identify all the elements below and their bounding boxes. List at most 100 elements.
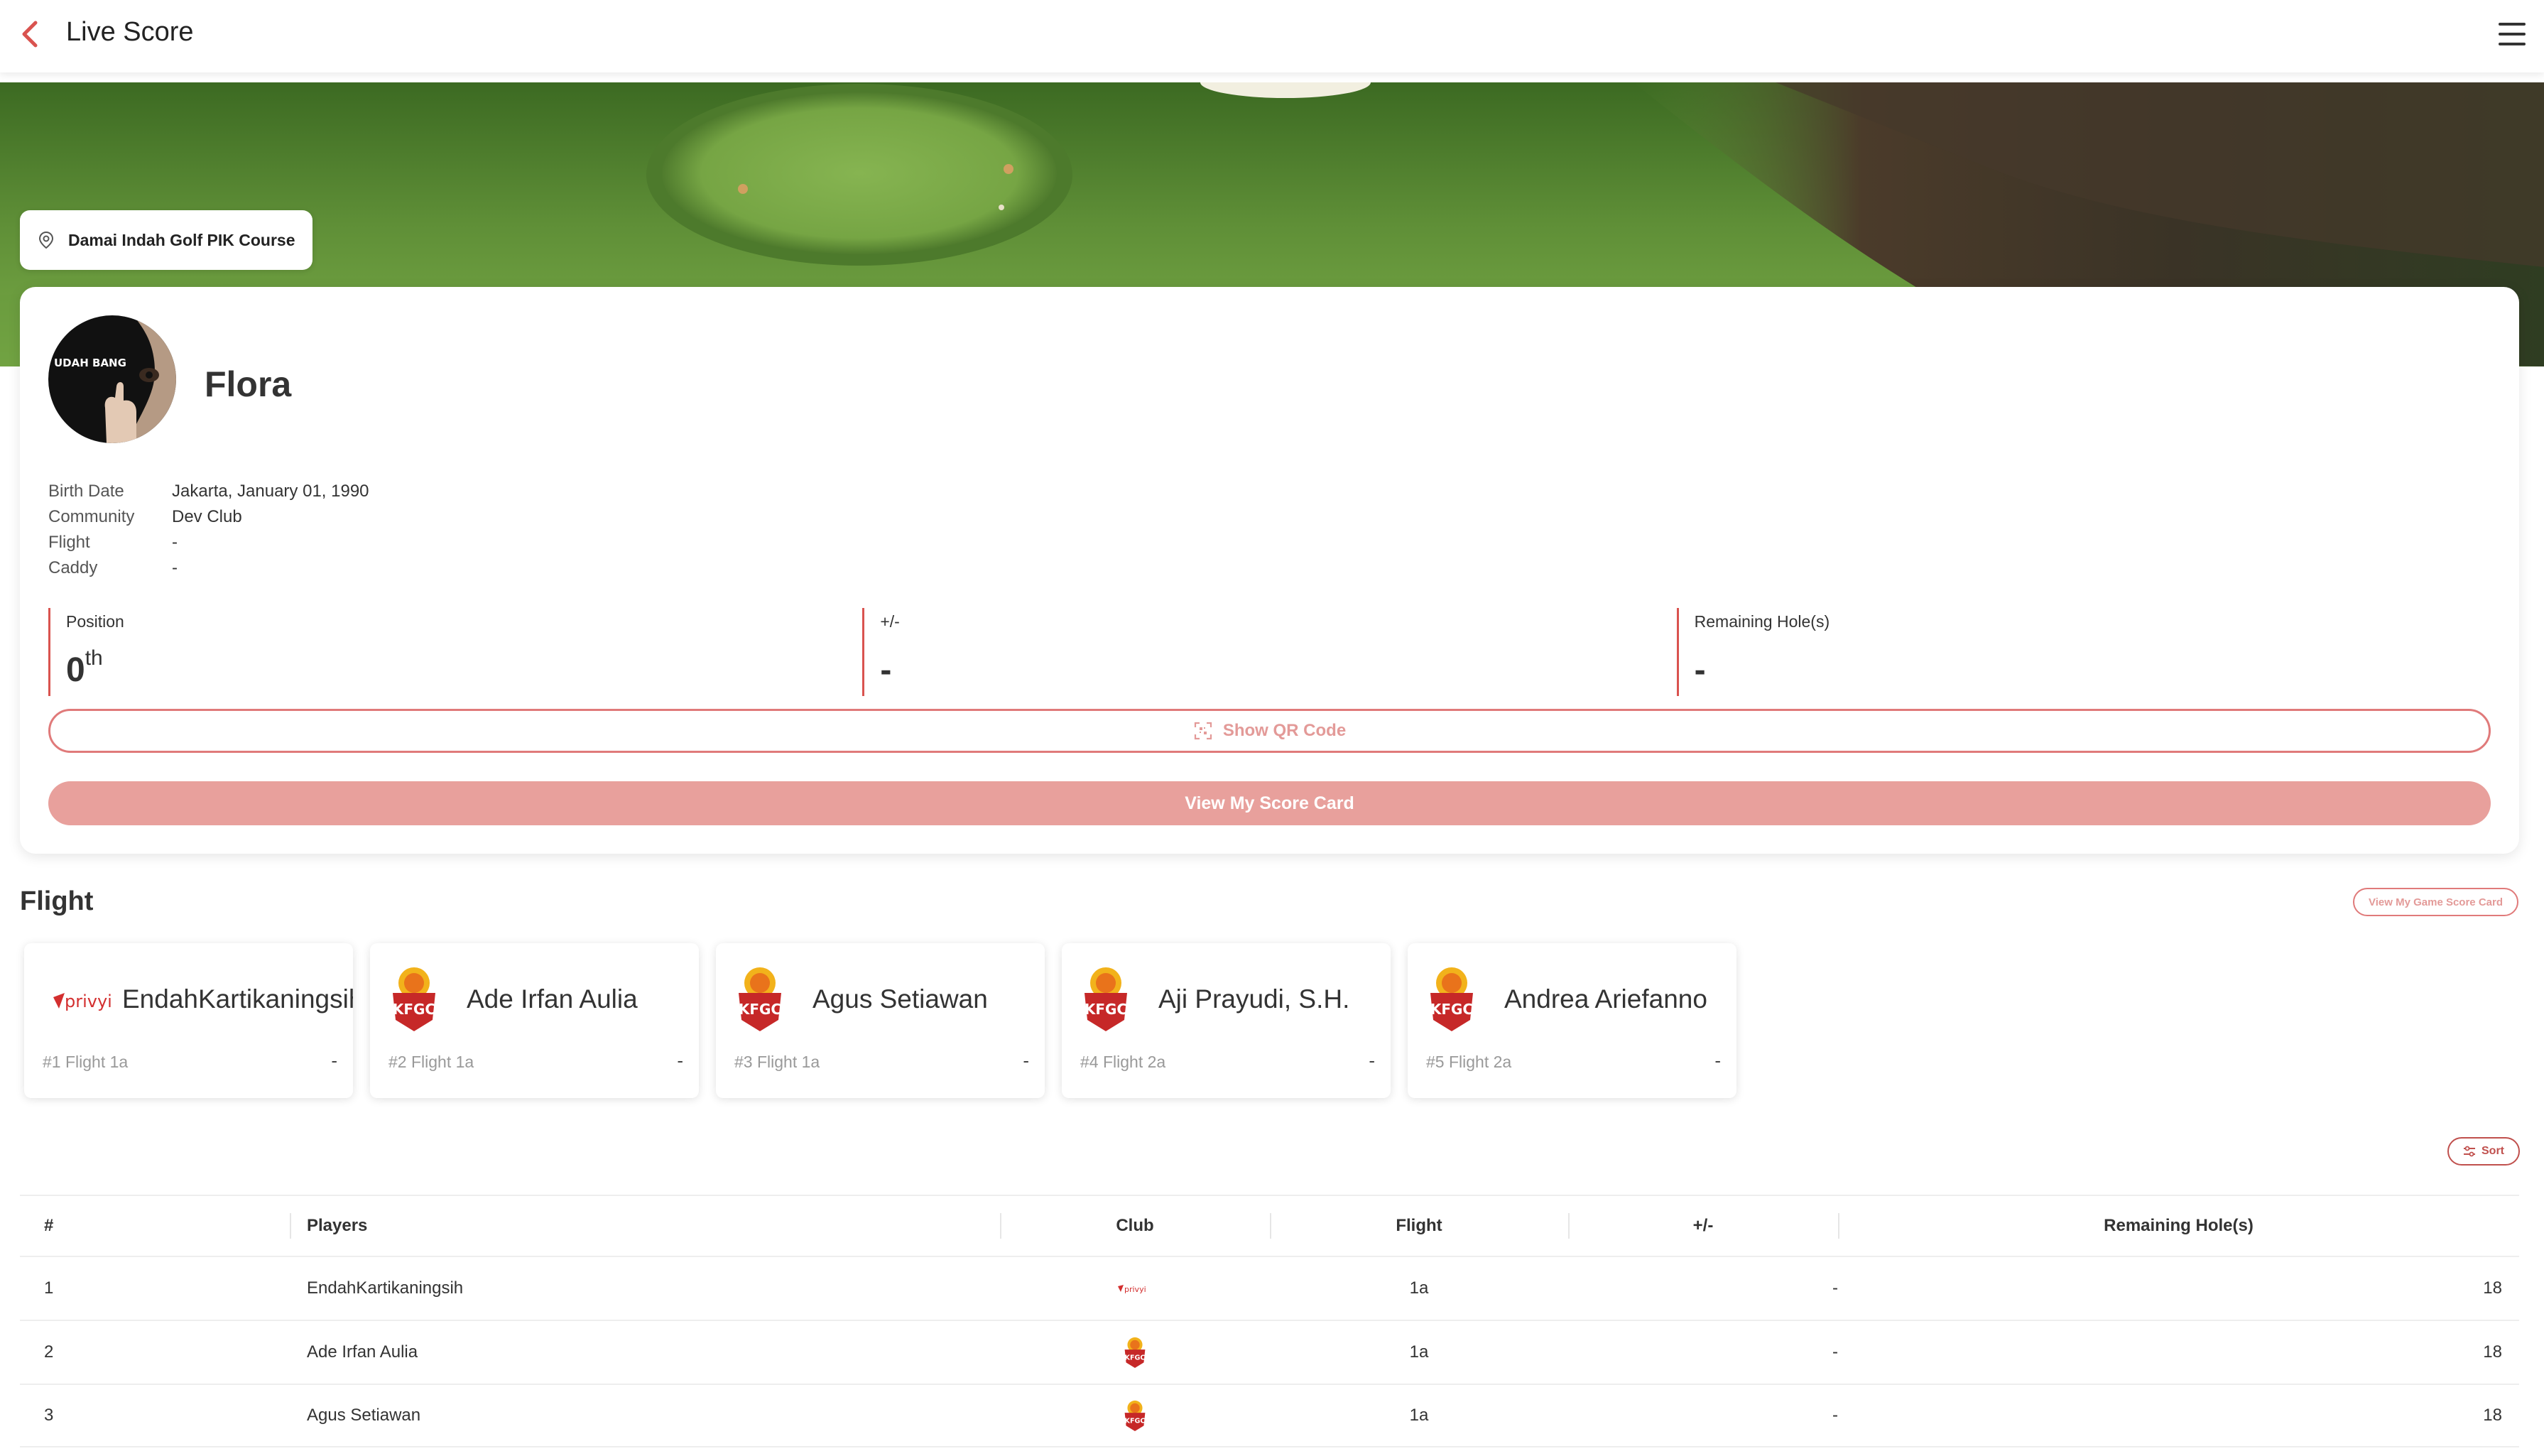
cell-flight: 1a <box>1409 1342 1429 1362</box>
sort-button[interactable]: Sort <box>2447 1137 2520 1166</box>
cell-remaining-holes: 18 <box>2483 1406 2502 1425</box>
page-title: Live Score <box>66 17 194 47</box>
stat-label: Position <box>66 612 124 631</box>
avatar-caption: UDAH BANG <box>54 357 126 369</box>
kfgc-club-logo-icon: KFGC <box>1125 1337 1146 1369</box>
svg-text:KFGC: KFGC <box>739 1001 781 1018</box>
flight-player-cards: privyi EndahKartikaningsih #1 Flight 1a … <box>24 943 1736 1098</box>
stat-value: 0th <box>66 646 103 690</box>
view-game-score-card-button[interactable]: View My Game Score Card <box>2353 888 2518 916</box>
stat-value: - <box>880 651 892 689</box>
flight-player-card[interactable]: KFGC Aji Prayudi, S.H. #4 Flight 2a - <box>1062 943 1391 1098</box>
cell-player: Ade Irfan Aulia <box>307 1342 418 1362</box>
top-bar: Live Score <box>0 0 2544 72</box>
sort-label: Sort <box>2482 1145 2504 1157</box>
table-row[interactable]: 1 EndahKartikaningsih privyi 1a - 18 <box>20 1256 2519 1320</box>
info-value: - <box>172 533 178 552</box>
sort-sliders-icon <box>2464 1146 2475 1157</box>
cell-remaining-holes: 18 <box>2483 1342 2502 1362</box>
view-score-card-button[interactable]: View My Score Card <box>48 781 2491 825</box>
flight-player-card[interactable]: KFGC Andrea Ariefanno #5 Flight 2a - <box>1408 943 1736 1098</box>
table-row[interactable]: 2 Ade Irfan Aulia KFGC 1a - 18 <box>20 1320 2519 1384</box>
column-header-plus-minus[interactable]: +/- <box>1568 1195 1838 1256</box>
player-stats: Position 0th +/- - Remaining Hole(s) - <box>48 608 2491 696</box>
player-info-list: Birth Date Jakarta, January 01, 1990 Com… <box>48 479 369 581</box>
svg-text:KFGC: KFGC <box>393 1001 435 1018</box>
flight-section-title: Flight <box>20 886 94 916</box>
cell-flight: 1a <box>1409 1278 1429 1298</box>
cell-remaining-holes: 18 <box>2483 1278 2502 1298</box>
flight-player-meta: #3 Flight 1a <box>734 1053 820 1071</box>
table-row[interactable]: 3 Agus Setiawan KFGC 1a - 18 <box>20 1384 2519 1447</box>
cell-club: KFGC <box>1000 1336 1270 1369</box>
avatar: UDAH BANG <box>48 315 176 443</box>
info-value: Jakarta, January 01, 1990 <box>172 482 369 501</box>
cell-rank: 3 <box>44 1406 54 1425</box>
info-label: Birth Date <box>48 482 124 501</box>
flight-player-score: - <box>1023 1050 1029 1071</box>
course-location-chip[interactable]: Damai Indah Golf PIK Course <box>20 210 312 270</box>
column-header-players[interactable]: Players <box>290 1195 1000 1256</box>
flight-player-name: EndahKartikaningsih <box>122 984 353 1014</box>
flight-player-meta: #2 Flight 1a <box>388 1053 474 1071</box>
kfgc-club-logo-icon: KFGC <box>393 967 435 1031</box>
table-header: # Players Club Flight +/- Remaining Hole… <box>20 1195 2519 1256</box>
flight-player-name: Ade Irfan Aulia <box>467 984 638 1014</box>
hamburger-menu-icon[interactable] <box>2496 20 2528 48</box>
column-header-club[interactable]: Club <box>1000 1195 1270 1256</box>
svg-text:KFGC: KFGC <box>1125 1418 1146 1425</box>
info-row-flight: Flight - <box>48 530 369 555</box>
back-arrow-icon[interactable] <box>16 18 47 50</box>
info-row-community: Community Dev Club <box>48 504 369 530</box>
stat-plus-minus: +/- - <box>862 608 1676 696</box>
flight-player-score: - <box>1714 1050 1721 1071</box>
column-header-remaining-holes[interactable]: Remaining Hole(s) <box>1838 1195 2519 1256</box>
position-suffix: th <box>85 646 103 670</box>
location-pin-icon <box>38 231 54 249</box>
leaderboard-table: # Players Club Flight +/- Remaining Hole… <box>20 1195 2519 1447</box>
flight-player-card[interactable]: KFGC Ade Irfan Aulia #2 Flight 1a - <box>370 943 699 1098</box>
cell-club: privyi <box>1000 1278 1270 1298</box>
info-label: Caddy <box>48 558 98 577</box>
flight-player-score: - <box>331 1050 337 1071</box>
svg-text:KFGC: KFGC <box>1430 1001 1473 1018</box>
player-profile-card: UDAH BANG Flora Birth Date Jakarta, Janu… <box>20 287 2519 854</box>
player-name: Flora <box>205 364 292 404</box>
show-qr-code-button[interactable]: Show QR Code <box>48 709 2491 753</box>
stat-remaining-holes: Remaining Hole(s) - <box>1676 608 2491 696</box>
kfgc-club-logo-icon: KFGC <box>1430 967 1473 1031</box>
cell-plus-minus: - <box>1832 1278 1838 1298</box>
view-score-card-label: View My Score Card <box>1185 793 1354 813</box>
stat-label: +/- <box>880 612 900 631</box>
column-header-rank[interactable]: # <box>20 1195 290 1256</box>
flight-player-card[interactable]: KFGC Agus Setiawan #3 Flight 1a - <box>716 943 1045 1098</box>
svg-text:KFGC: KFGC <box>1125 1354 1146 1362</box>
qr-scan-icon <box>1194 722 1212 740</box>
info-label: Community <box>48 507 135 526</box>
cell-player: Agus Setiawan <box>307 1406 421 1425</box>
privy-logo-icon: privyi <box>53 992 112 1011</box>
info-value: - <box>172 558 178 577</box>
cell-plus-minus: - <box>1832 1406 1838 1425</box>
flight-player-name: Aji Prayudi, S.H. <box>1158 984 1350 1014</box>
flight-player-score: - <box>1369 1050 1375 1071</box>
info-value: Dev Club <box>172 507 242 526</box>
cell-player: EndahKartikaningsih <box>307 1278 464 1298</box>
svg-text:privyi: privyi <box>65 992 112 1011</box>
flight-player-name: Agus Setiawan <box>812 984 988 1014</box>
cell-club: KFGC <box>1000 1399 1270 1432</box>
flight-player-name: Andrea Ariefanno <box>1504 984 1707 1014</box>
column-header-flight[interactable]: Flight <box>1270 1195 1568 1256</box>
flight-player-card[interactable]: privyi EndahKartikaningsih #1 Flight 1a … <box>24 943 353 1098</box>
flight-player-meta: #1 Flight 1a <box>43 1053 129 1071</box>
position-number: 0 <box>66 651 85 689</box>
flight-player-meta: #5 Flight 2a <box>1426 1053 1512 1071</box>
stat-position: Position 0th <box>48 608 862 696</box>
svg-text:privyi: privyi <box>1124 1285 1146 1294</box>
privy-logo-icon: privyi <box>1118 1284 1146 1294</box>
flight-player-score: - <box>677 1050 683 1071</box>
course-name: Damai Indah Golf PIK Course <box>68 230 295 249</box>
cell-rank: 1 <box>44 1278 54 1298</box>
flight-player-meta: #4 Flight 2a <box>1080 1053 1166 1071</box>
kfgc-club-logo-icon: KFGC <box>739 967 781 1031</box>
